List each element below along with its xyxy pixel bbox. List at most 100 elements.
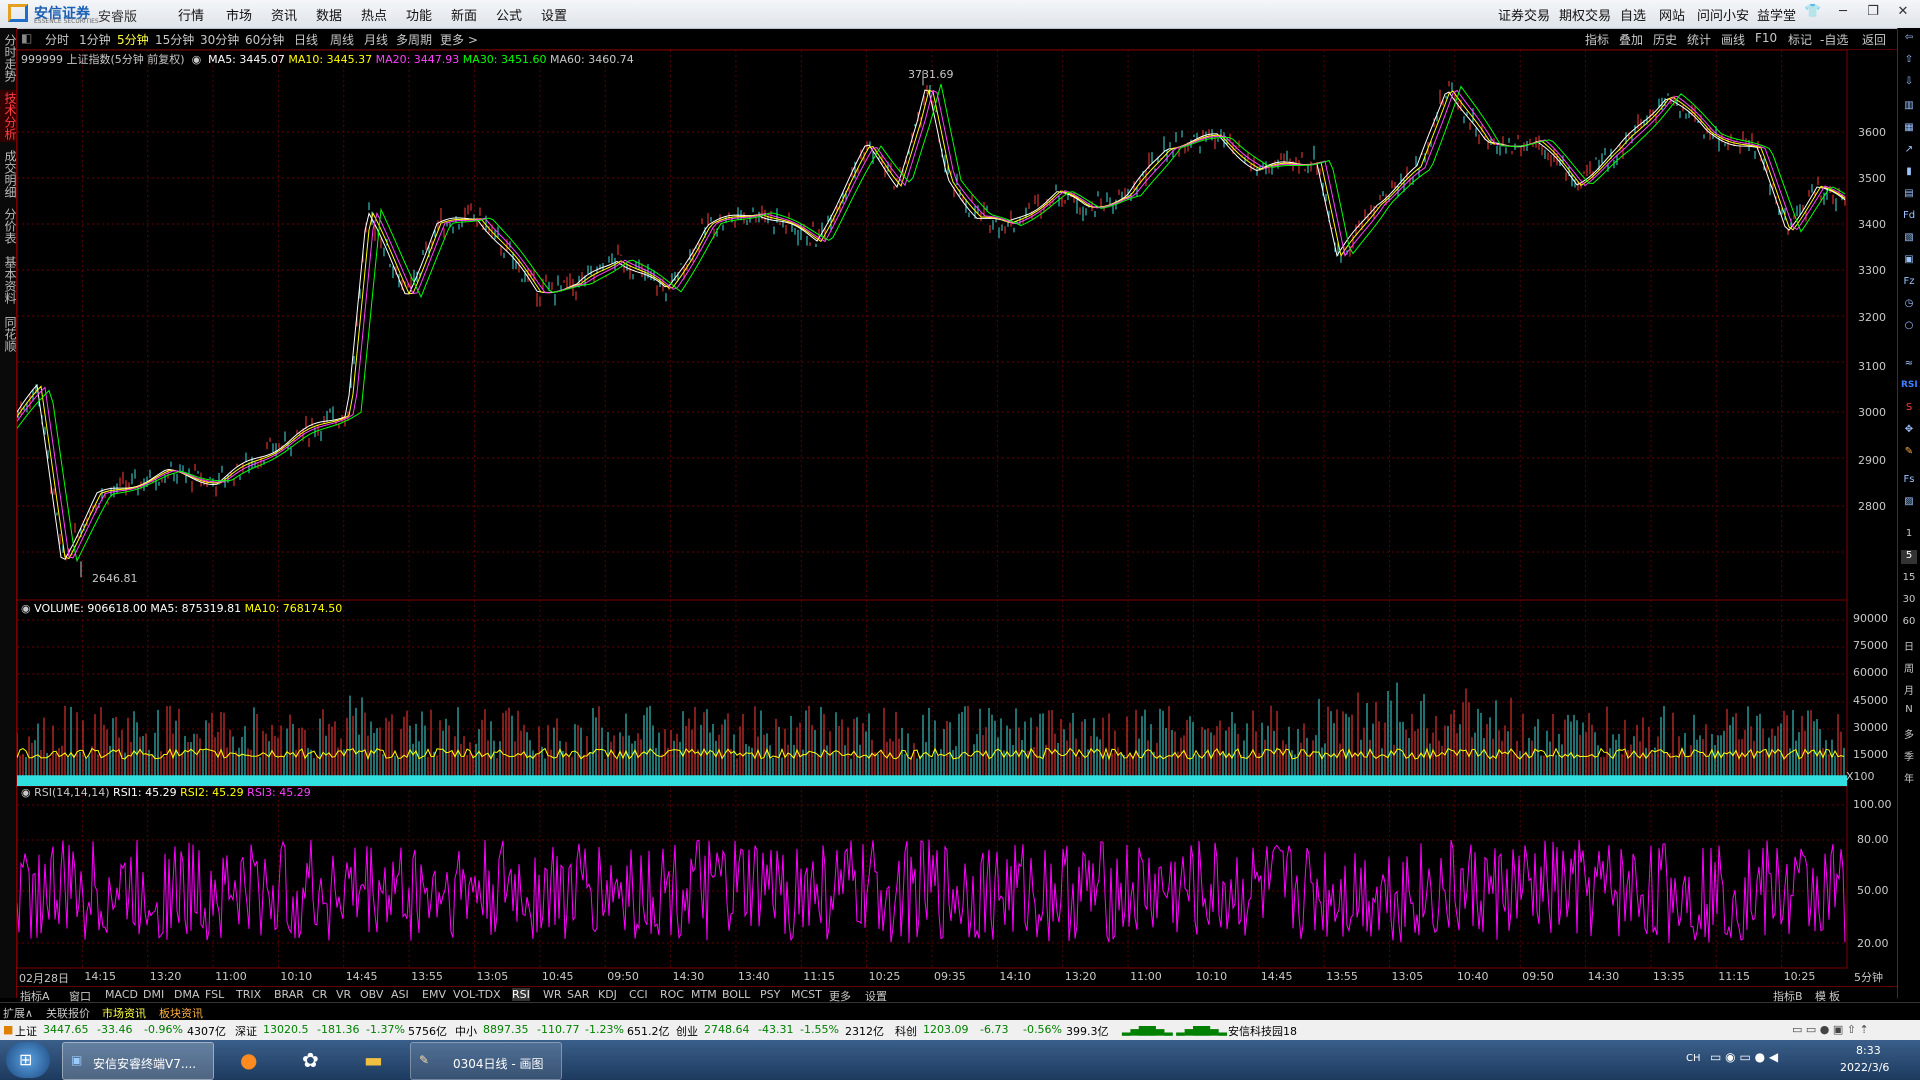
indicator-tab-dmi[interactable]: DMI	[143, 988, 164, 1001]
period-quarter-icon[interactable]: 季	[1901, 748, 1917, 763]
pencil-icon[interactable]: ✎	[1901, 446, 1917, 460]
indicator-tab-macd[interactable]: MACD	[105, 988, 138, 1001]
taskbar-app-anxin[interactable]: ▣ 安信安睿终端V7....	[62, 1042, 214, 1080]
period-multi-icon[interactable]: 多	[1901, 726, 1917, 741]
period-day-icon[interactable]: 日	[1901, 638, 1917, 653]
period-daily[interactable]: 日线	[294, 31, 318, 48]
indicator-tab-rsi[interactable]: RSI	[512, 988, 530, 1001]
menu-learning[interactable]: 益学堂	[1757, 5, 1796, 24]
period-weekly[interactable]: 周线	[330, 31, 354, 48]
period-monthly[interactable]: 月线	[364, 31, 388, 48]
taskbar-baidu[interactable]: ✿	[290, 1042, 336, 1078]
tab-intraday[interactable]: 分时走势	[0, 32, 17, 84]
menu-market[interactable]: 市场	[226, 5, 252, 24]
indicator-tab-kdj[interactable]: KDJ	[598, 988, 617, 1001]
clock-date[interactable]: 2022/3/6	[1840, 1061, 1889, 1074]
indicator-tab-vr[interactable]: VR	[336, 988, 351, 1001]
panel-toggle-icon[interactable]: ◧	[21, 31, 32, 45]
menu-data[interactable]: 数据	[316, 5, 342, 24]
indicator-tab-vol-tdx[interactable]: VOL-TDX	[453, 988, 501, 1001]
tray-icons[interactable]: ▭ ◉ ▭ ● ◀	[1710, 1050, 1778, 1064]
indicator-tab-dma[interactable]: DMA	[174, 988, 200, 1001]
period-more[interactable]: 更多 >	[440, 31, 478, 48]
start-button[interactable]: ⊞	[6, 1042, 50, 1078]
period-30-icon[interactable]: 30	[1901, 594, 1917, 608]
toolbar-indicator[interactable]: 指标	[1585, 31, 1609, 48]
taskbar-firefox[interactable]: ●	[228, 1042, 274, 1078]
indicator-tab-sar[interactable]: SAR	[567, 988, 589, 1001]
period-30min[interactable]: 30分钟	[200, 31, 239, 48]
chart-icon[interactable]: ▥	[1901, 100, 1917, 114]
stock-icon[interactable]: S	[1901, 402, 1917, 416]
move-icon[interactable]: ✥	[1901, 424, 1917, 438]
landscape-icon[interactable]: ▨	[1901, 496, 1917, 510]
period-60min[interactable]: 60分钟	[245, 31, 284, 48]
fs-icon[interactable]: Fs	[1901, 474, 1917, 488]
menu-news[interactable]: 资讯	[271, 5, 297, 24]
indicator-tab-psy[interactable]: PSY	[760, 988, 780, 1001]
sector-news-tab[interactable]: 板块资讯	[159, 1005, 203, 1021]
menu-functions[interactable]: 功能	[406, 5, 432, 24]
server-name[interactable]: 安信科技园18	[1228, 1023, 1297, 1039]
trend-icon[interactable]: ↗	[1901, 144, 1917, 158]
tab-fundamentals[interactable]: 基本资料	[0, 254, 17, 306]
related-quotes-tab[interactable]: 关联报价	[46, 1005, 90, 1021]
graph-icon[interactable]: ◷	[1901, 298, 1917, 312]
indicator-tab-roc[interactable]: ROC	[660, 988, 684, 1001]
tab-technical-analysis[interactable]: 技术分析	[0, 90, 17, 142]
indicator-tab-brar[interactable]: BRAR	[274, 988, 304, 1001]
toolbar-draw[interactable]: 画线	[1721, 31, 1745, 48]
menu-securities-trade[interactable]: 证券交易	[1498, 5, 1550, 24]
toolbar-history[interactable]: 历史	[1653, 31, 1677, 48]
period-1-icon[interactable]: 1	[1901, 528, 1917, 542]
menu-website[interactable]: 网站	[1659, 5, 1685, 24]
table-icon[interactable]: ▤	[1901, 188, 1917, 202]
arrow-down-icon[interactable]: ⇩	[1901, 76, 1917, 90]
report-icon[interactable]: ▣	[1901, 254, 1917, 268]
menu-watchlist[interactable]: 自选	[1620, 5, 1646, 24]
period-multi[interactable]: 多周期	[396, 31, 432, 48]
expand-tab[interactable]: 扩展∧	[3, 1005, 33, 1021]
menu-formula[interactable]: 公式	[496, 5, 522, 24]
minimize-icon[interactable]: ─	[1832, 4, 1854, 22]
toolbar-statistics[interactable]: 统计	[1687, 31, 1711, 48]
tab-tonghuashun[interactable]: 同花顺	[0, 314, 17, 354]
period-1min[interactable]: 1分钟	[79, 31, 111, 48]
grid-icon[interactable]: ▦	[1901, 122, 1917, 136]
clock-time[interactable]: 8:33	[1856, 1044, 1881, 1057]
indicator-tab-trix[interactable]: TRIX	[236, 988, 261, 1001]
toolbar-overlay[interactable]: 叠加	[1619, 31, 1643, 48]
close-icon[interactable]: ✕	[1892, 4, 1914, 22]
period-month-icon[interactable]: 月	[1901, 682, 1917, 697]
period-week-icon[interactable]: 周	[1901, 660, 1917, 675]
indicator-tab-cci[interactable]: CCI	[629, 988, 648, 1001]
tab-price-table[interactable]: 分价表	[0, 206, 17, 246]
indicator-tab-fsl[interactable]: FSL	[205, 988, 224, 1001]
indicator-tab-mcst[interactable]: MCST	[791, 988, 822, 1001]
period-60-icon[interactable]: 60	[1901, 616, 1917, 630]
period-tick[interactable]: 分时	[45, 31, 69, 48]
period-5min[interactable]: 5分钟	[117, 31, 149, 48]
wave-icon[interactable]: ≈	[1901, 358, 1917, 372]
indicator-tab-mtm[interactable]: MTM	[691, 988, 717, 1001]
skin-icon[interactable]: 👕	[1802, 4, 1824, 22]
status-tray-icons[interactable]: ▭ ▭ ● ▣ ⇧ ⇡	[1792, 1023, 1869, 1036]
menu-settings[interactable]: 设置	[541, 5, 567, 24]
indicator-tab-wr[interactable]: WR	[543, 988, 562, 1001]
input-language[interactable]: CH	[1686, 1053, 1701, 1064]
taskbar-app-paint[interactable]: ✎ 0304日线 - 画图	[410, 1042, 562, 1080]
fd-icon[interactable]: Fd	[1901, 210, 1917, 224]
menu-options-trade[interactable]: 期权交易	[1559, 5, 1611, 24]
bars-icon[interactable]: ▮	[1901, 166, 1917, 180]
menu-quotes[interactable]: 行情	[178, 5, 204, 24]
circle-icon[interactable]: ○	[1901, 320, 1917, 334]
doc-icon[interactable]: ▧	[1901, 232, 1917, 246]
toolbar-mark[interactable]: 标记	[1788, 31, 1812, 48]
indicator-tab-cr[interactable]: CR	[312, 988, 327, 1001]
taskbar-explorer[interactable]: ▬	[352, 1042, 398, 1078]
menu-hot[interactable]: 热点	[361, 5, 387, 24]
indicator-tab-boll[interactable]: BOLL	[722, 988, 750, 1001]
toolbar-remove-watchlist[interactable]: -自选	[1820, 31, 1848, 48]
toolbar-back[interactable]: 返回	[1862, 31, 1886, 48]
period-15-icon[interactable]: 15	[1901, 572, 1917, 586]
